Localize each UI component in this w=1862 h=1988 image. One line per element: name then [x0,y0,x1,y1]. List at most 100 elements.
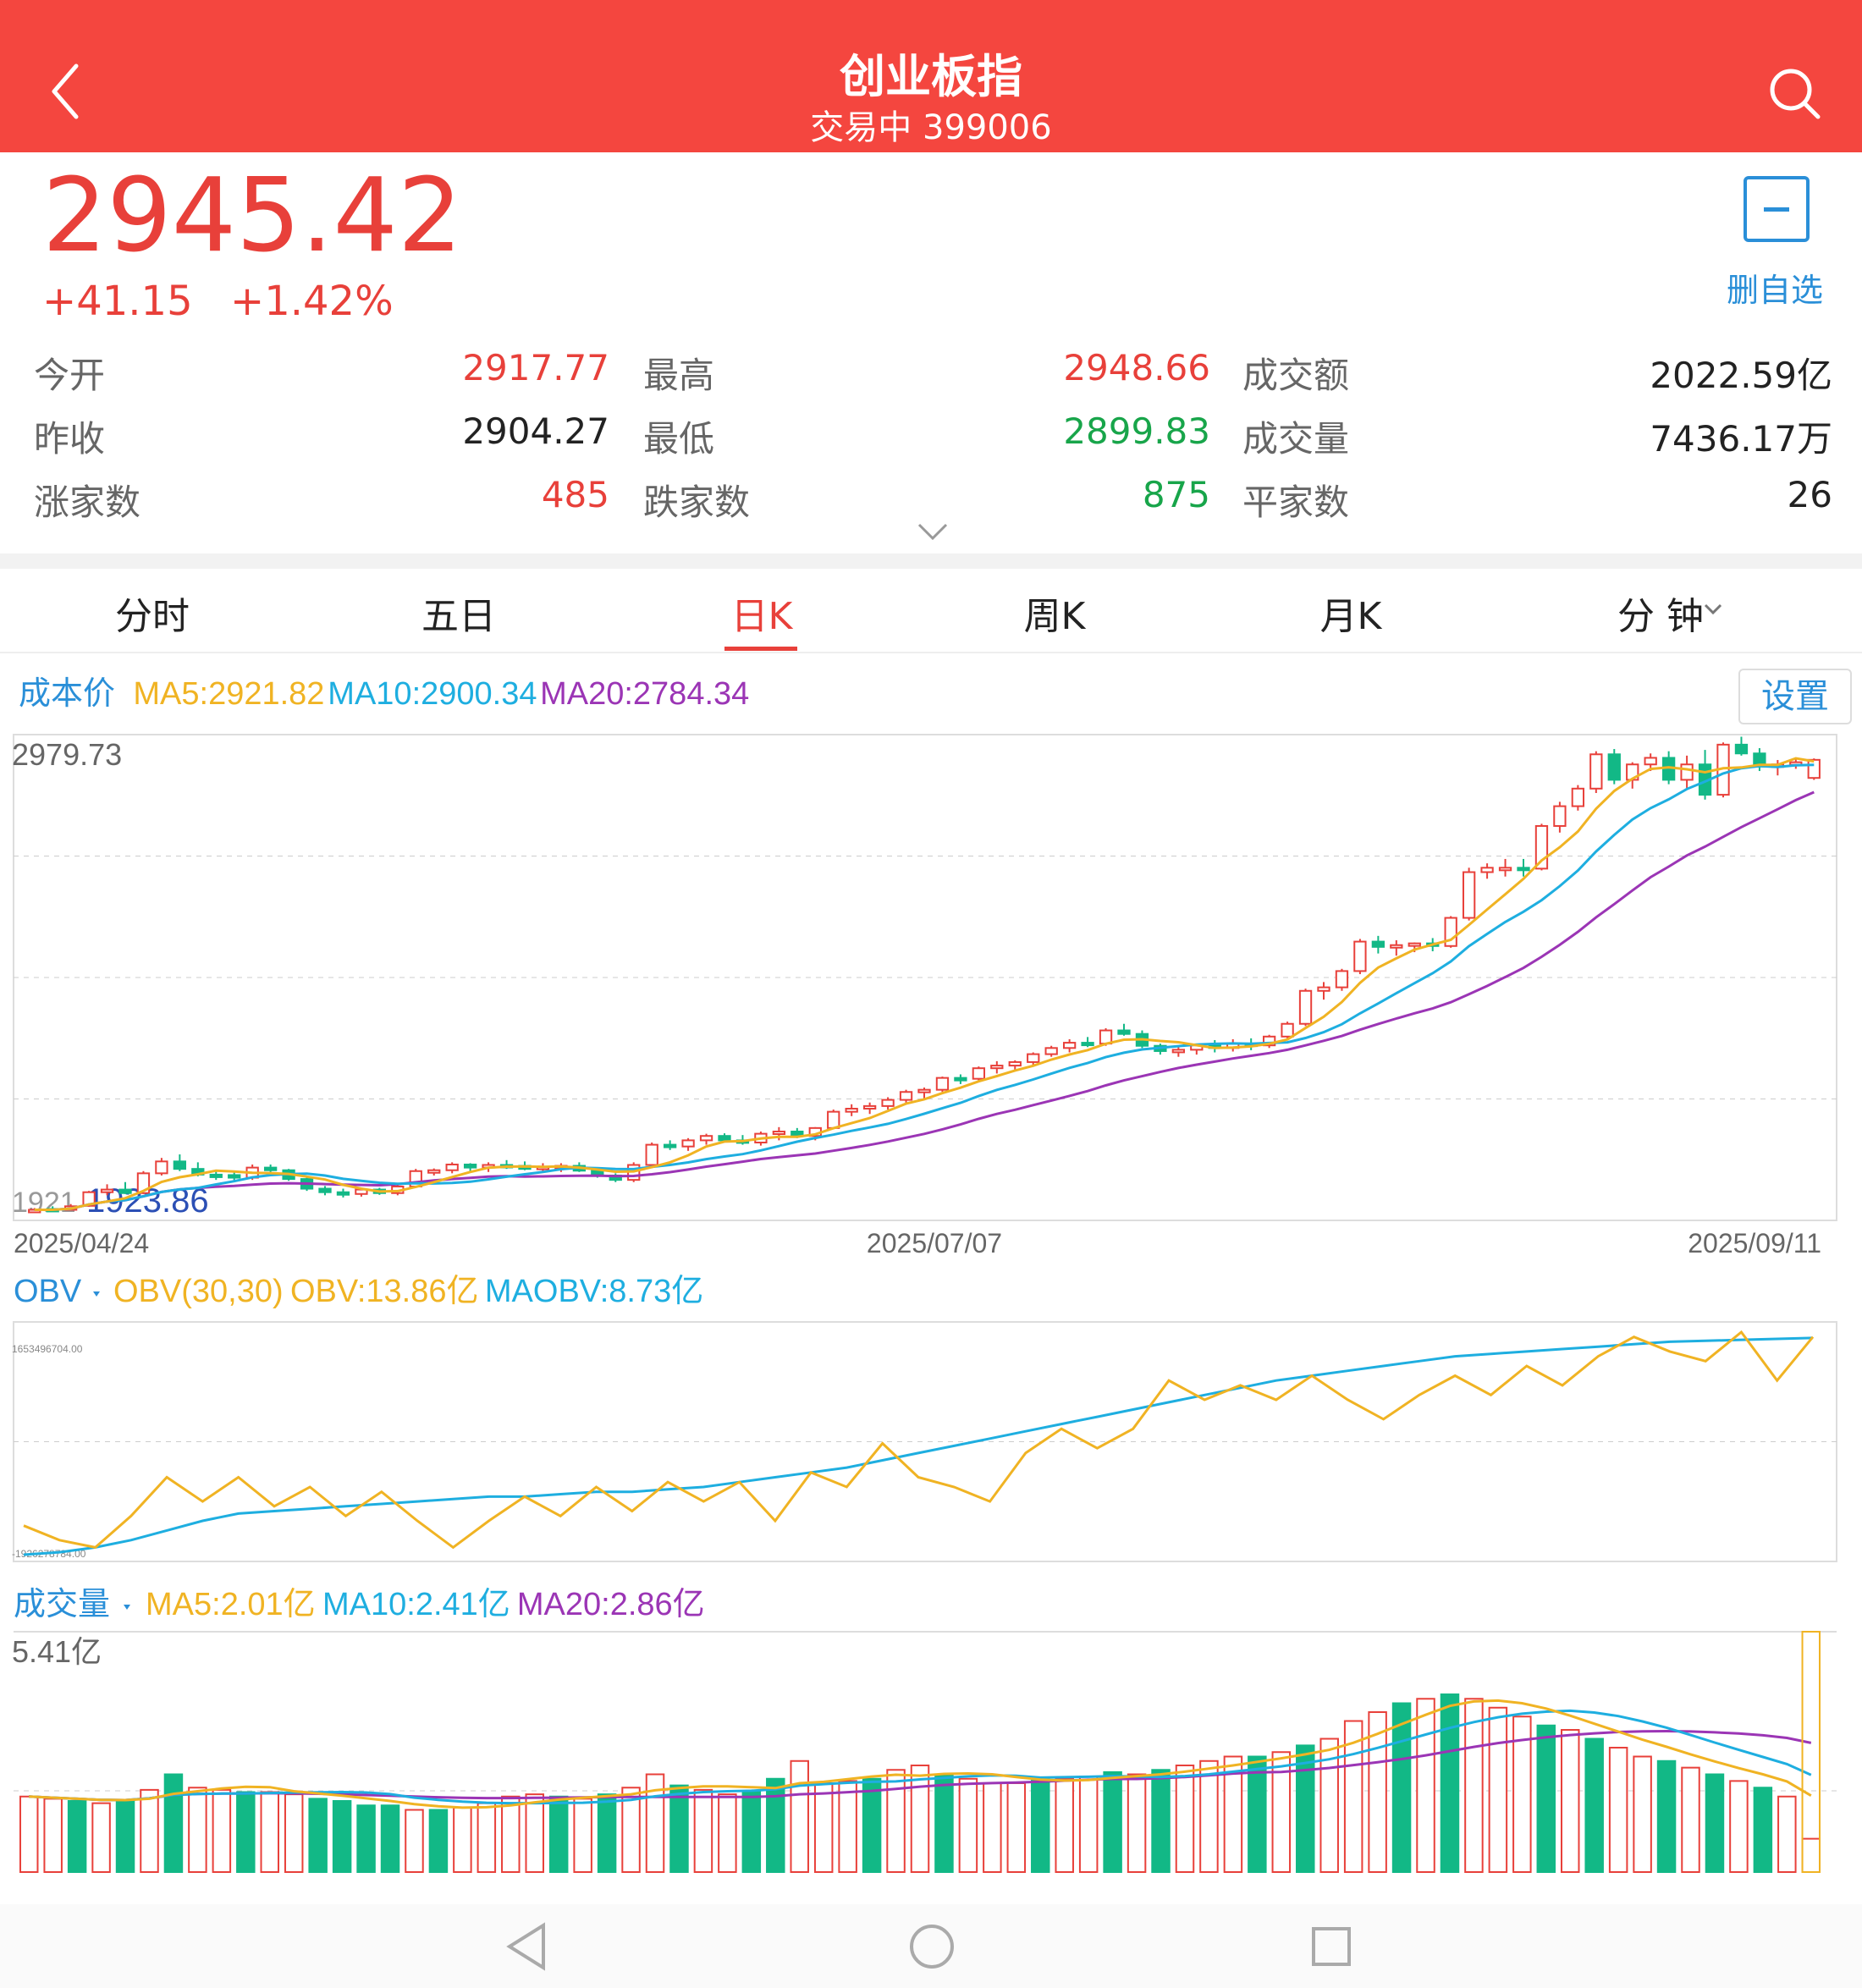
search-button[interactable] [1760,59,1828,127]
candle [209,1173,223,1178]
remove-watchlist-button[interactable]: 删自选 [1727,264,1823,311]
volume-bar [1175,1765,1195,1874]
volume-bar [910,1765,930,1874]
volume-bar [1199,1759,1219,1874]
tabs-divider [0,652,1862,653]
candle [954,1077,967,1082]
volume-bar [1801,1837,1821,1873]
nav-recents-icon[interactable] [1302,1917,1361,1976]
volume-bar [332,1800,352,1874]
stat-label: 今开 [34,355,106,396]
volume-bar [886,1769,906,1873]
dropdown-arrow-icon[interactable] [124,1605,130,1610]
candle [118,1188,132,1194]
candle [935,1077,950,1091]
nav-back-icon[interactable] [499,1917,559,1976]
chart-area[interactable]: 成本价 MA5:2921.82 MA10:2900.34 MA20:2784.34 29… [0,660,1862,1887]
tab-5[interactable]: 分 钟 [1559,586,1762,640]
remove-watchlist-icon[interactable] [1744,176,1810,242]
candle [1553,805,1567,827]
stat-label: 跌家数 [643,482,751,523]
candle [1008,1060,1022,1067]
candle [1644,757,1657,766]
chart-settings-button[interactable]: 设置 [1738,669,1852,724]
volume-bar [260,1791,280,1873]
volume-bar [1656,1759,1677,1874]
candle [1027,1053,1040,1063]
candle [427,1169,441,1174]
cost-price-label: 成本价 [19,676,115,712]
stat-label: 成交量 [1242,418,1350,460]
candle [772,1131,786,1136]
volume-bar [597,1793,617,1873]
candle [155,1160,168,1175]
volume-bar [1440,1693,1460,1873]
tab-1[interactable]: 五日 [357,586,560,640]
section-divider [0,553,1862,569]
volume-bar [669,1784,689,1874]
candle [972,1067,986,1080]
volume-bar [1753,1787,1773,1874]
volume-bar [477,1802,497,1874]
candle [1390,944,1403,949]
volume-bar [1078,1776,1099,1873]
volume-y-max: 5.41亿 [12,1634,102,1669]
candle [881,1099,895,1107]
volume-bar [790,1759,809,1874]
tab-4[interactable]: 月K [1249,586,1452,640]
date-label: 2025/09/11 [1688,1228,1821,1258]
volume-bar [1271,1751,1292,1873]
candle [1317,986,1330,992]
y-axis-max: 2979.73 [12,737,122,772]
volume-bar [934,1773,954,1873]
volume-bar [356,1804,376,1874]
volume-bar [284,1793,304,1873]
candle [1335,970,1349,988]
volume-bar [1777,1795,1797,1873]
volume-bar [693,1788,713,1873]
candle [1371,940,1385,948]
candle [1607,753,1621,781]
stat-label: 最低 [643,418,715,460]
candle [917,1088,931,1093]
candle [845,1107,858,1113]
candle [718,1135,731,1142]
volume-bar [1560,1729,1580,1873]
dropdown-arrow-icon[interactable] [1703,603,1723,616]
candle [1408,942,1421,947]
obv-frame [13,1321,1837,1562]
volume-bar [525,1793,544,1873]
stat-value: 2917.77 [462,347,609,388]
volume-bar [405,1809,424,1873]
nav-home-icon[interactable] [902,1917,961,1976]
obv-line [23,1330,1815,1550]
candle [336,1191,350,1196]
maobv-line [23,1336,1814,1556]
volume-highlight [1801,1631,1821,1873]
tab-2[interactable]: 日K [660,586,863,640]
chevron-down-icon[interactable] [916,518,950,543]
stat-label: 昨收 [34,418,106,460]
candle [1353,940,1367,972]
tab-0[interactable]: 分时 [51,586,254,640]
stat-label: 最高 [643,355,715,396]
date-label: 2025/07/07 [867,1228,1002,1258]
volume-bar [1705,1773,1725,1873]
candle [263,1166,278,1171]
volume-bar [308,1798,328,1873]
volume-bar [862,1777,882,1873]
stat-label: 涨家数 [34,482,141,523]
candle [1281,1022,1294,1038]
candle [681,1139,695,1148]
tab-3[interactable]: 周K [953,586,1156,640]
volume-bar [1391,1702,1412,1874]
volume-bar [1127,1773,1147,1873]
obv-label: OBV [14,1274,82,1309]
candle [645,1143,658,1166]
candle [1171,1049,1186,1054]
volume-bar [983,1782,1002,1874]
volume-bar [573,1798,592,1873]
candle [1044,1047,1058,1055]
dropdown-arrow-icon[interactable] [93,1291,100,1297]
volume-bar [1608,1747,1628,1873]
